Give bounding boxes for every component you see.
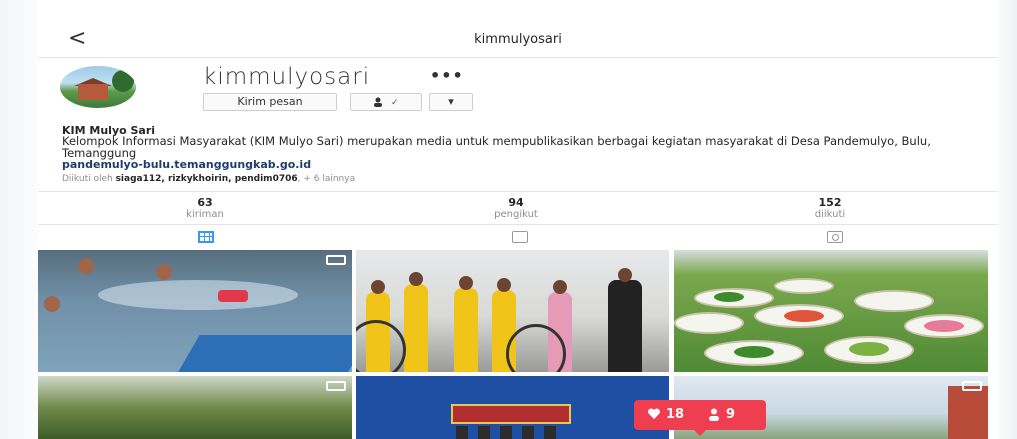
stat-followers-label: pengikut [494, 209, 538, 220]
stat-following-value: 152 [818, 196, 842, 209]
stat-followers-value: 94 [508, 196, 524, 209]
avatar-house [78, 84, 108, 100]
stat-following[interactable]: 152 diikuti [770, 196, 890, 220]
vegetable [714, 292, 744, 302]
video-icon [326, 255, 346, 265]
stat-followers[interactable]: 94 pengikut [456, 196, 576, 220]
swimmer [156, 264, 172, 280]
person-icon [709, 408, 719, 421]
water-splash [98, 280, 298, 310]
chevron-down-icon[interactable]: ▾ [429, 93, 473, 111]
person-head [459, 276, 473, 290]
post-grid [38, 250, 988, 439]
person-icon [374, 97, 383, 107]
person-head [409, 272, 423, 286]
person-figure [608, 280, 642, 372]
person-figure [404, 284, 428, 372]
person-figure [454, 288, 478, 372]
avatar[interactable] [60, 66, 136, 108]
person-head [497, 278, 511, 292]
post-thumbnail[interactable] [38, 250, 352, 372]
food-tray [774, 278, 834, 294]
person-head [553, 280, 567, 294]
followers-count: 9 [726, 407, 736, 422]
profile-username: kimmulyosari [203, 64, 371, 90]
followed-by[interactable]: Diikuti oleh siaga112, rizkykhoirin, pen… [62, 174, 355, 184]
right-bezel [997, 0, 1017, 439]
event-banner [451, 404, 571, 424]
top-bar: < kimmulyosari [38, 26, 998, 58]
vegetable [849, 342, 889, 356]
more-icon[interactable]: ••• [430, 66, 464, 85]
person-head [371, 280, 385, 294]
followed-by-suffix: , + 6 lainnya [297, 174, 356, 184]
video-icon [962, 381, 982, 391]
bio-description: Kelompok Informasi Masyarakat (KIM Mulyo… [62, 134, 931, 160]
video-icon [326, 381, 346, 391]
vegetable [924, 320, 964, 332]
food-tray [674, 312, 744, 334]
page-title: kimmulyosari [474, 32, 562, 47]
post-thumbnail[interactable] [356, 250, 669, 372]
left-bezel [0, 0, 38, 439]
vegetable [784, 310, 824, 322]
grid-icon[interactable] [198, 231, 214, 243]
swimmer [78, 258, 94, 274]
followed-by-names: siaga112, rizkykhoirin, pendim0706 [115, 174, 298, 184]
swimmer [44, 296, 60, 312]
activity-notification[interactable]: 18 9 [634, 400, 766, 436]
audience-row [456, 426, 566, 439]
following-button[interactable]: ✓ [350, 93, 422, 111]
followed-by-prefix: Diikuti oleh [62, 174, 116, 184]
food-tray [854, 290, 934, 312]
bicycle-wheel [356, 320, 406, 372]
person-head [618, 268, 632, 282]
stat-following-label: diikuti [814, 209, 846, 220]
stat-posts[interactable]: 63 kiriman [145, 196, 265, 220]
tagged-icon[interactable] [827, 231, 843, 243]
stat-posts-value: 63 [197, 196, 213, 209]
swimmer-trunks [218, 290, 248, 302]
view-tabs [38, 226, 998, 248]
post-thumbnail[interactable] [356, 376, 669, 439]
stat-posts-label: kiriman [186, 209, 224, 220]
avatar-tree [112, 70, 134, 92]
profile-page: < kimmulyosari kimmulyosari ••• Kirim pe… [38, 0, 998, 439]
browser-frame: < kimmulyosari kimmulyosari ••• Kirim pe… [0, 0, 1017, 439]
bio-website-link[interactable]: pandemulyo-bulu.temanggungkab.go.id [62, 158, 311, 171]
likes-count: 18 [666, 407, 685, 422]
heart-icon [647, 408, 661, 419]
post-thumbnail[interactable] [38, 376, 352, 439]
follow-check-icon: ✓ [390, 98, 399, 108]
pool-edge [176, 335, 352, 372]
profile-stats: 63 kiriman 94 pengikut 152 diikuti [38, 191, 998, 225]
vegetable [734, 346, 774, 358]
post-thumbnail[interactable] [674, 250, 988, 372]
building-roof [948, 386, 988, 439]
send-message-button[interactable]: Kirim pesan [203, 93, 337, 111]
feed-icon[interactable] [512, 231, 528, 243]
